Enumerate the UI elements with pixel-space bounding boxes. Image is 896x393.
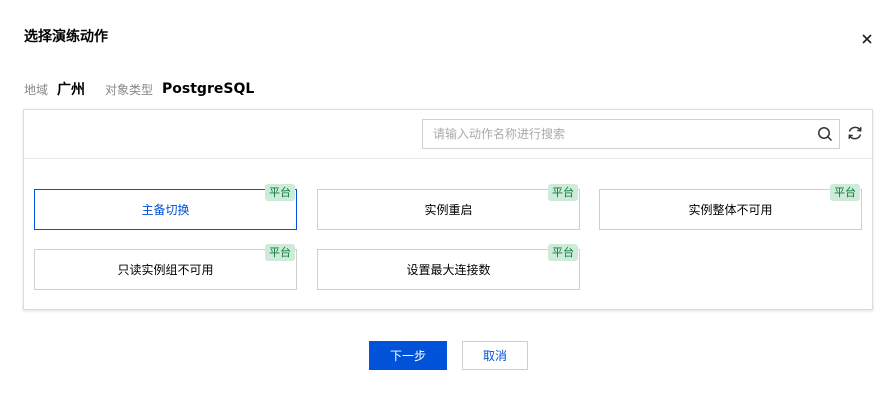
action-label: 实例整体不可用 xyxy=(688,203,773,217)
refresh-icon[interactable] xyxy=(846,124,864,142)
dialog-title: 选择演练动作 xyxy=(24,29,108,45)
object-type-value: PostgreSQL xyxy=(162,81,255,97)
platform-badge: 平台 xyxy=(265,184,295,201)
search-box xyxy=(422,119,840,149)
cancel-button[interactable]: 取消 xyxy=(462,341,528,370)
action-label: 只读实例组不可用 xyxy=(117,263,214,277)
action-card-restart[interactable]: 实例重启 平台 xyxy=(317,184,580,230)
action-card-readonly-group-unavailable[interactable]: 只读实例组不可用 平台 xyxy=(34,244,297,290)
platform-badge: 平台 xyxy=(265,244,295,261)
object-type-label: 对象类型 xyxy=(105,82,154,97)
region-value: 广州 xyxy=(57,82,86,98)
action-card-max-connections[interactable]: 设置最大连接数 平台 xyxy=(317,244,580,290)
action-card-instance-unavailable[interactable]: 实例整体不可用 平台 xyxy=(599,184,862,230)
platform-badge: 平台 xyxy=(548,244,578,261)
action-label: 实例重启 xyxy=(424,203,473,217)
meta-row: 地域 广州 对象类型 PostgreSQL xyxy=(24,79,254,99)
region-label: 地域 xyxy=(24,82,49,97)
close-icon[interactable] xyxy=(862,34,872,44)
action-label: 设置最大连接数 xyxy=(406,263,491,277)
platform-badge: 平台 xyxy=(548,184,578,201)
platform-badge: 平台 xyxy=(830,184,860,201)
action-panel: 主备切换 平台 实例重启 平台 实例整体不可用 平台 只读实例组不可用 平台 设… xyxy=(23,109,873,310)
search-icon[interactable] xyxy=(817,126,833,142)
next-button[interactable]: 下一步 xyxy=(369,341,447,370)
action-label: 主备切换 xyxy=(141,203,190,217)
action-card-failover[interactable]: 主备切换 平台 xyxy=(34,184,297,230)
panel-header xyxy=(24,110,872,159)
search-input[interactable] xyxy=(423,120,807,148)
close-button[interactable] xyxy=(858,30,876,48)
